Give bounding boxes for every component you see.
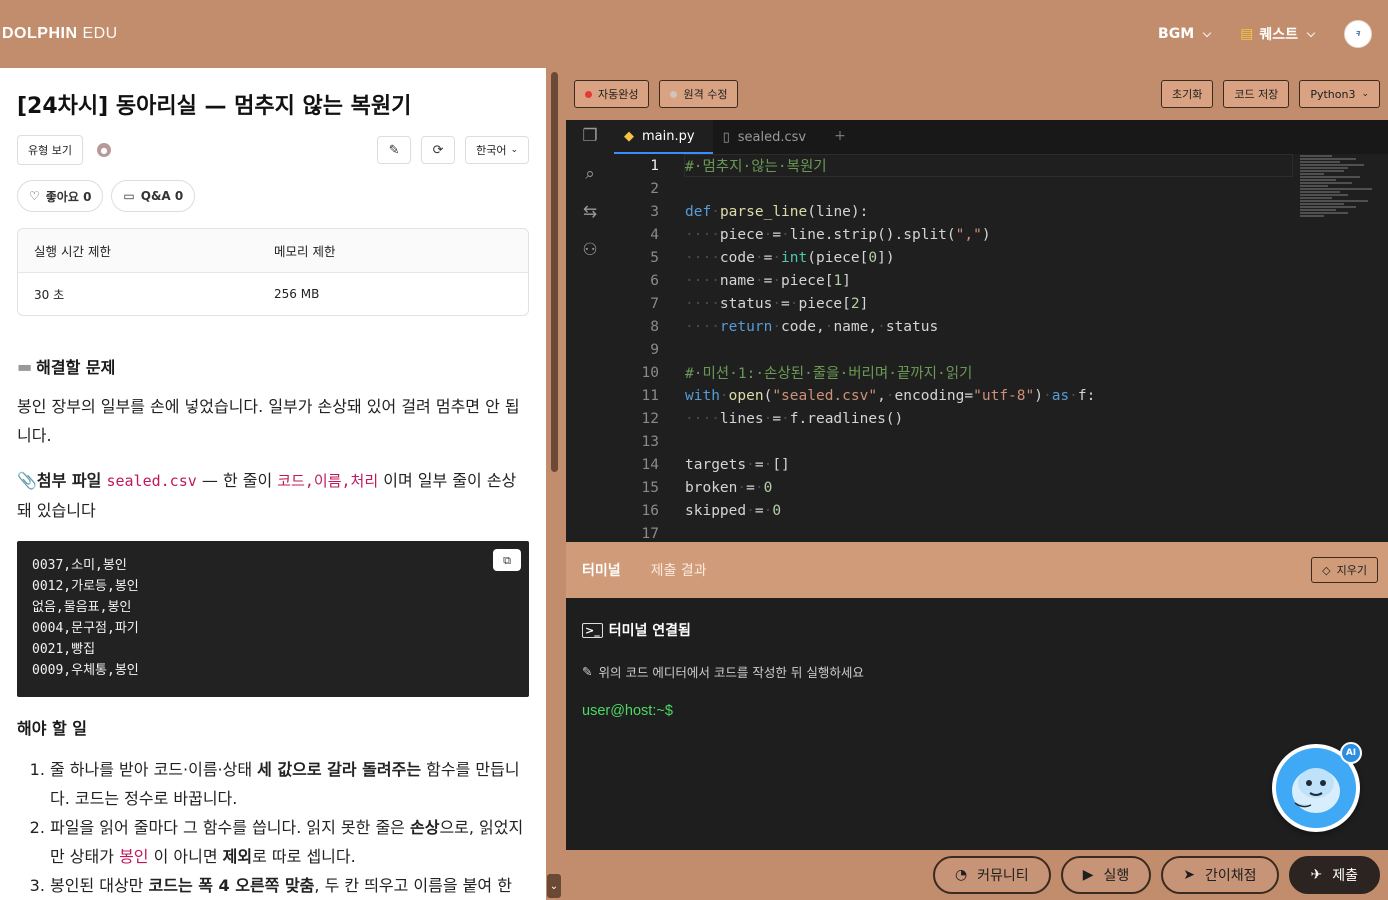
- comment-icon: ▭: [123, 189, 135, 203]
- chevron-down-icon: ⌄: [510, 145, 518, 155]
- ai-badge: AI: [1340, 742, 1362, 764]
- source-control-icon[interactable]: ⇆: [583, 202, 597, 222]
- terminal-hint: ✎ 위의 코드 에디터에서 코드를 작성한 뒤 실행하세요: [582, 664, 864, 680]
- chevron-down-icon: ⌄: [549, 880, 559, 892]
- chevron-down-icon: [1202, 28, 1212, 37]
- terminal-output[interactable]: >_ 터미널 연결됨 ✎ 위의 코드 에디터에서 코드를 작성한 뒤 실행하세요 u…: [566, 598, 1388, 850]
- todo-item: 줄 하나를 받아 코드·이름·상태 세 값으로 갈라 돌려주는 함수를 만듭니다…: [50, 755, 529, 813]
- sample-line: 0021,빵집: [32, 642, 96, 657]
- type-view-button[interactable]: 유형 보기: [17, 135, 83, 165]
- todo-item: 파일을 읽어 줄마다 그 함수를 씁니다. 읽지 못한 줄은 손상으로, 읽었지…: [50, 813, 529, 871]
- memory-limit-header: 메모리 제한: [274, 244, 336, 259]
- attachment-file[interactable]: sealed.csv: [106, 472, 196, 490]
- status-dot-icon: [670, 90, 678, 98]
- reset-button[interactable]: 초기화: [1160, 80, 1214, 108]
- remote-edit-toggle[interactable]: 원격 수정: [659, 80, 739, 108]
- chevron-down-icon: ⌄: [1361, 89, 1369, 99]
- submit-button[interactable]: ✈ 제출: [1288, 856, 1380, 894]
- workspace: 자동완성 원격 수정 초기화 코드 저장 Python3 ⌄ ❐ ⌕ ⇆ ⚇ ◆ m…: [566, 68, 1388, 900]
- like-button[interactable]: ♡ 좋아요 0: [17, 180, 104, 212]
- sample-line: 0037,소미,봉인: [32, 558, 127, 573]
- copy-button[interactable]: ⧉: [493, 549, 521, 571]
- language-select[interactable]: 한국어 ⌄: [465, 136, 529, 164]
- activity-bar: ❐ ⌕ ⇆ ⚇: [566, 120, 614, 542]
- edit-icon: ✎: [582, 664, 593, 679]
- pencil-icon: ✎: [388, 142, 400, 158]
- attachment-line: 📎첨부 파일 sealed.csv — 한 줄이 코드,이름,처리 이며 일부 …: [17, 471, 517, 520]
- users-icon[interactable]: ⚇: [582, 240, 597, 260]
- limits-table: 실행 시간 제한 메모리 제한 30 초 256 MB: [17, 228, 529, 316]
- copy-icon: ⧉: [503, 553, 511, 567]
- problem-title: [24차시] 동아리실 — 멈추지 않는 복원기: [17, 94, 412, 119]
- runtime-select[interactable]: Python3 ⌄: [1299, 80, 1380, 108]
- files-icon[interactable]: ❐: [582, 126, 597, 146]
- brand-logo[interactable]: DOLPHIN EDU: [2, 25, 118, 43]
- todo-heading: 해야 할 일: [17, 719, 88, 738]
- sample-data-block: ⧉ 0037,소미,봉인 0012,가로등,봉인 없음,물음표,봉인 0004,…: [17, 541, 529, 697]
- heart-icon: ♡: [29, 189, 40, 203]
- problem-panel: [24차시] 동아리실 — 멈추지 않는 복원기 유형 보기 ● ✎ ⟳ 한국어…: [0, 68, 546, 900]
- scroll-icon: ▤: [1240, 26, 1254, 42]
- chevron-down-icon: [1306, 28, 1316, 37]
- autocomplete-toggle[interactable]: 자동완성: [574, 80, 650, 108]
- tab-terminal[interactable]: 터미널: [582, 560, 621, 580]
- action-bar: ◔ 커뮤니티 ▶ 실행 ➤ 간이채점 ✈ 제출: [566, 850, 1388, 900]
- status-dot-icon: [585, 90, 592, 98]
- python-icon: ◆: [624, 128, 634, 144]
- sample-line: 0009,우체통,봉인: [32, 663, 139, 678]
- terminal-connected: >_ 터미널 연결됨: [582, 620, 1372, 640]
- refresh-icon: ⟳: [432, 142, 444, 158]
- community-button[interactable]: ◔ 커뮤니티: [932, 856, 1051, 894]
- sample-line: 0004,문구점,파기: [32, 621, 139, 636]
- problem-description: 봉인 장부의 일부를 손에 넣었습니다. 일부가 손상돼 있어 걸려 멈추면 안…: [17, 397, 520, 445]
- sample-line: 없음,물음표,봉인: [32, 600, 132, 615]
- section-heading: ▬ 해결할 문제: [17, 356, 116, 378]
- time-limit-header: 실행 시간 제한: [34, 244, 111, 259]
- refresh-button[interactable]: ⟳: [421, 136, 456, 164]
- qna-button[interactable]: ▭ Q&A 0: [111, 180, 196, 212]
- scroll-down-button[interactable]: ⌄: [547, 874, 561, 898]
- clear-button[interactable]: ◇ 지우기: [1311, 557, 1378, 583]
- scrollbar-thumb[interactable]: [551, 72, 558, 472]
- run-button[interactable]: ▶ 실행: [1060, 856, 1152, 894]
- tab-sealed-csv[interactable]: ▯ sealed.csv: [712, 120, 825, 154]
- save-code-button[interactable]: 코드 저장: [1223, 80, 1290, 108]
- edit-pencil-button[interactable]: ✎: [377, 136, 412, 164]
- editor-minimap[interactable]: [1300, 154, 1380, 254]
- code-editor: ❐ ⌕ ⇆ ⚇ ◆ main.py ▯ sealed.csv + 1 #·멈추지·않는…: [566, 120, 1388, 542]
- time-limit-value: 30 초: [34, 287, 65, 302]
- todo-list: 줄 하나를 받아 코드·이름·상태 세 값으로 갈라 돌려주는 함수를 만듭니다…: [17, 755, 529, 900]
- user-avatar[interactable]: ꟻ: [1344, 20, 1372, 48]
- sample-line: 0012,가로등,봉인: [32, 579, 139, 594]
- quest-menu[interactable]: ▤ 퀘스트: [1240, 24, 1316, 44]
- code-lines[interactable]: 1 #·멈추지·않는·복원기 2 3 def·parse_line(line): 4…: [614, 154, 1388, 542]
- author-avatar[interactable]: ●: [96, 143, 111, 157]
- editor-toolbar: 자동완성 원격 수정 초기화 코드 저장 Python3 ⌄: [566, 68, 1388, 120]
- terminal-prompt[interactable]: user@host:~$: [582, 703, 1372, 719]
- terminal-tabs: 터미널 제출 결과 ◇ 지우기: [566, 542, 1388, 598]
- tab-main-py[interactable]: ◆ main.py: [614, 120, 713, 154]
- play-icon: ▶: [1082, 867, 1094, 883]
- dolphin-mascot-icon: [1292, 768, 1340, 813]
- file-icon: ▯: [722, 129, 730, 145]
- scroll-icon: ▬: [17, 356, 33, 376]
- new-tab-button[interactable]: +: [824, 128, 846, 144]
- tab-submit-result[interactable]: 제출 결과: [651, 560, 707, 580]
- editor-tabs: ◆ main.py ▯ sealed.csv +: [614, 120, 1388, 154]
- current-line-highlight: [684, 154, 1293, 177]
- memory-limit-value: 256 MB: [274, 287, 320, 301]
- eraser-icon: ◇: [1322, 563, 1331, 577]
- paper-plane-icon: ✈: [1310, 867, 1323, 883]
- quick-grade-button[interactable]: ➤ 간이채점: [1161, 856, 1279, 894]
- terminal-icon: >_: [582, 622, 603, 638]
- send-icon: ➤: [1183, 867, 1195, 883]
- community-icon: ◔: [954, 867, 968, 883]
- paperclip-icon: 📎: [17, 471, 37, 490]
- top-bar: DOLPHIN EDU BGM ▤ 퀘스트 ꟻ: [0, 0, 1388, 68]
- bgm-menu[interactable]: BGM: [1158, 26, 1212, 42]
- search-icon[interactable]: ⌕: [585, 164, 595, 184]
- todo-item: 봉인된 대상만 코드는 폭 4 오른쪽 맞춤, 두 칸 띄우고 이름을 붙여 한: [50, 871, 529, 900]
